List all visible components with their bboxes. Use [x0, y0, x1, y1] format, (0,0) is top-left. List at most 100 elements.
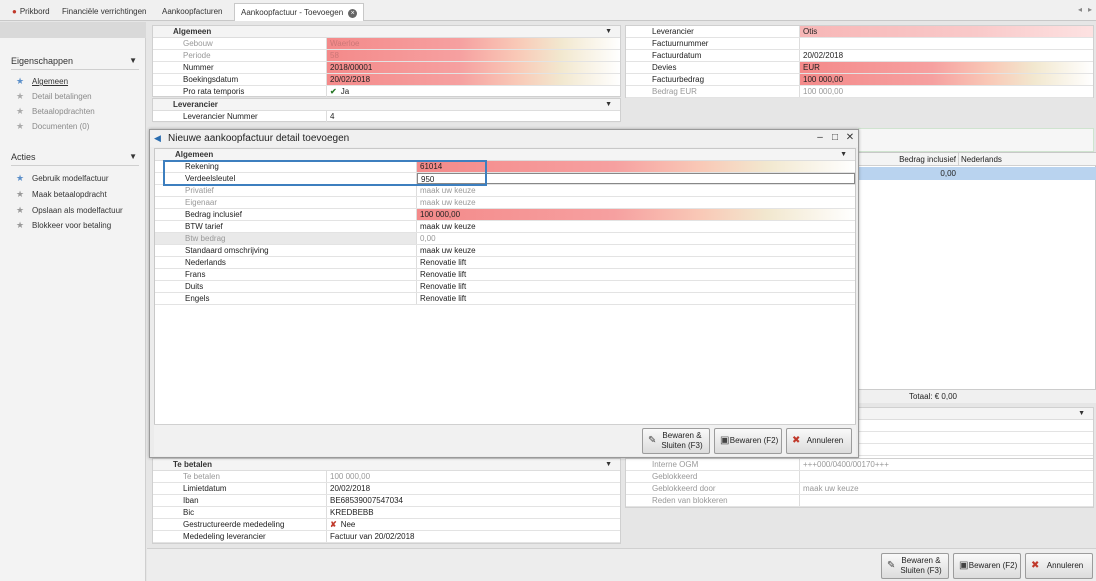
star-icon: ★	[16, 91, 25, 101]
row-standaard-omschrijving[interactable]: Standaard omschrijving maak uw keuze	[155, 245, 855, 257]
arrow-left-icon[interactable]: ◂	[1078, 5, 1082, 14]
arrow-right-icon[interactable]: ▸	[1088, 5, 1092, 14]
row-leverancier[interactable]: Leverancier Otis	[626, 26, 1093, 38]
section-eigenschappen[interactable]: Eigenschappen ▼	[11, 56, 139, 70]
action-opslaan-als-modelfactuur[interactable]: ★ Opslaan als modelfactuur	[16, 204, 123, 216]
star-icon: ★	[16, 121, 25, 131]
algemeen-panel: Algemeen ▼ Gebouw Waerloe Periode 58 Nummer…	[152, 25, 621, 98]
dialog-footer: ✎ Bewaren & Sluiten (F3) ▣ Bewaren (F2) ✖ A…	[154, 424, 856, 456]
sidebar-item-documenten[interactable]: ★ Documenten (0)	[16, 120, 89, 132]
row-privatief[interactable]: Privatief maak uw keuze	[155, 185, 855, 197]
row-gestructureerde-mededeling[interactable]: Gestructureerde mededeling ✘ Nee	[153, 519, 620, 531]
tab-prikbord[interactable]: ● Prikbord	[6, 3, 56, 21]
invoice-panel: Leverancier Otis Factuurnummer Factuurdat…	[625, 25, 1094, 98]
dialog-property-grid: Algemeen ▼ Rekening 61014 Verdeelsleutel 95…	[154, 148, 856, 450]
person-icon: ●	[12, 7, 17, 16]
row-factuurdatum[interactable]: Factuurdatum 20/02/2018	[626, 50, 1093, 62]
action-blokkeer-voor-betaling[interactable]: ★ Blokkeer voor betaling	[16, 219, 111, 231]
row-rekening[interactable]: Rekening 61014	[155, 161, 855, 173]
te-betalen-panel: Te betalen ▼ Te betalen 100 000,00 Limietd…	[152, 458, 621, 544]
row-gebouw[interactable]: Gebouw Waerloe	[153, 38, 620, 50]
group-header-algemeen[interactable]: Algemeen ▼	[153, 26, 620, 38]
action-gebruik-modelfactuur[interactable]: ★ Gebruik modelfactuur	[16, 172, 108, 184]
row-bedrag-inclusief[interactable]: Bedrag inclusief 100 000,00	[155, 209, 855, 221]
row-eigenaar[interactable]: Eigenaar maak uw keuze	[155, 197, 855, 209]
row-mededeling-leverancier[interactable]: Mededeling leverancier Factuur van 20/02/…	[153, 531, 620, 543]
tab-aankoopfacturen[interactable]: Aankoopfacturen	[156, 3, 229, 21]
save-close-icon: ✎	[887, 560, 896, 571]
row-periode[interactable]: Periode 58	[153, 50, 620, 62]
row-leverancier-nummer[interactable]: Leverancier Nummer 4	[153, 111, 620, 123]
tab-aankoopfactuur-toevoegen[interactable]: Aankoopfactuur - Toevoegen ×	[234, 3, 365, 21]
tab-financiele-verrichtingen[interactable]: Financiële verrichtingen	[56, 3, 153, 21]
row-interne-ogm[interactable]: Interne OGM +++000/0400/00170+++	[626, 459, 1093, 471]
maximize-icon[interactable]: □	[829, 131, 841, 145]
row-bedrag-eur[interactable]: Bedrag EUR 100 000,00	[626, 86, 1093, 98]
row-devies[interactable]: Devies EUR	[626, 62, 1093, 74]
caret-down-icon: ▼	[129, 152, 137, 161]
column-header-nederlands[interactable]: Nederlands	[959, 153, 1096, 166]
row-geblokkeerd-door[interactable]: Geblokkeerd door maak uw keuze	[626, 483, 1093, 495]
group-header-leverancier[interactable]: Leverancier ▼	[153, 99, 620, 111]
action-maak-betaalopdracht[interactable]: ★ Maak betaalopdracht	[16, 188, 107, 200]
row-boekingsdatum[interactable]: Boekingsdatum 20/02/2018	[153, 74, 620, 86]
caret-down-icon: ▼	[605, 101, 612, 108]
star-icon: ★	[16, 189, 25, 199]
row-duits[interactable]: Duits Renovatie lift	[155, 281, 855, 293]
row-bic[interactable]: Bic KREDBEBB	[153, 507, 620, 519]
star-icon: ★	[16, 220, 25, 230]
tab-bar: ● Prikbord Financiële verrichtingen Aanko…	[0, 0, 1096, 21]
close-icon[interactable]: ×	[348, 9, 358, 18]
checkmark-icon: ✔	[330, 87, 337, 96]
dialog-cancel-button[interactable]: ✖ Annuleren	[786, 428, 852, 454]
close-icon[interactable]: ✕	[844, 131, 856, 145]
row-engels[interactable]: Engels Renovatie lift	[155, 293, 855, 305]
row-reden-van-blokkeren[interactable]: Reden van blokkeren	[626, 495, 1093, 507]
row-btw-bedrag[interactable]: Btw bedrag 0,00	[155, 233, 855, 245]
minimize-icon[interactable]: –	[814, 131, 826, 145]
cross-icon: ✘	[330, 520, 337, 529]
row-pro-rata-temporis[interactable]: Pro rata temporis ✔ Ja	[153, 86, 620, 98]
row-nederlands[interactable]: Nederlands Renovatie lift	[155, 257, 855, 269]
dialog-title: Nieuwe aankoopfactuur detail toevoegen	[168, 133, 350, 144]
table-row[interactable]: 0,00	[859, 167, 1096, 180]
sidebar-item-algemeen[interactable]: ★ Algemeen	[16, 75, 68, 87]
cancel-icon: ✖	[792, 435, 801, 446]
row-factuurbedrag[interactable]: Factuurbedrag 100 000,00	[626, 74, 1093, 86]
sidebar-header	[0, 22, 146, 38]
row-te-betalen[interactable]: Te betalen 100 000,00	[153, 471, 620, 483]
save-close-icon: ✎	[648, 435, 657, 446]
star-icon: ★	[16, 173, 25, 183]
caret-down-icon: ▼	[1078, 410, 1085, 417]
sidebar-item-betaalopdrachten[interactable]: ★ Betaalopdrachten	[16, 105, 95, 117]
group-header-dialog-algemeen[interactable]: Algemeen ▼	[155, 149, 855, 161]
section-acties[interactable]: Acties ▼	[11, 152, 139, 166]
dialog-title-bar[interactable]: ◀ Nieuwe aankoopfactuur detail toevoegen…	[150, 130, 858, 147]
cancel-button[interactable]: ✖ Annuleren	[1025, 553, 1093, 579]
row-factuurnummer[interactable]: Factuurnummer	[626, 38, 1093, 50]
save-close-button[interactable]: ✎ Bewaren & Sluiten (F3)	[881, 553, 949, 579]
dialog-save-close-button[interactable]: ✎ Bewaren & Sluiten (F3)	[642, 428, 710, 454]
caret-down-icon: ▼	[605, 28, 612, 35]
row-btw-tarief[interactable]: BTW tarief maak uw keuze	[155, 221, 855, 233]
group-header-te-betalen[interactable]: Te betalen ▼	[153, 459, 620, 471]
grid-toolbar	[858, 128, 1094, 152]
caret-down-icon: ▼	[605, 461, 612, 468]
detail-dialog: ◀ Nieuwe aankoopfactuur detail toevoegen…	[149, 129, 859, 458]
save-icon: ▣	[720, 435, 730, 446]
row-limietdatum[interactable]: Limietdatum 20/02/2018	[153, 483, 620, 495]
star-icon: ★	[16, 76, 25, 86]
star-icon: ★	[16, 205, 25, 215]
row-nummer[interactable]: Nummer 2018/00001	[153, 62, 620, 74]
sidebar-item-detail-betalingen[interactable]: ★ Detail betalingen	[16, 90, 92, 102]
save-button[interactable]: ▣ Bewaren (F2)	[953, 553, 1021, 579]
column-header-bedrag-inclusief[interactable]: Bedrag inclusief	[859, 153, 959, 166]
row-geblokkeerd[interactable]: Geblokkeerd	[626, 471, 1093, 483]
sidebar: Eigenschappen ▼ ★ Algemeen ★ Detail betalin…	[0, 22, 146, 581]
row-verdeelsleutel[interactable]: Verdeelsleutel 950	[155, 173, 855, 185]
dialog-save-button[interactable]: ▣ Bewaren (F2)	[714, 428, 782, 454]
row-frans[interactable]: Frans Renovatie lift	[155, 269, 855, 281]
star-icon: ★	[16, 106, 25, 116]
row-iban[interactable]: Iban BE68539007547034	[153, 495, 620, 507]
verdeelsleutel-input[interactable]: 950	[417, 173, 855, 184]
